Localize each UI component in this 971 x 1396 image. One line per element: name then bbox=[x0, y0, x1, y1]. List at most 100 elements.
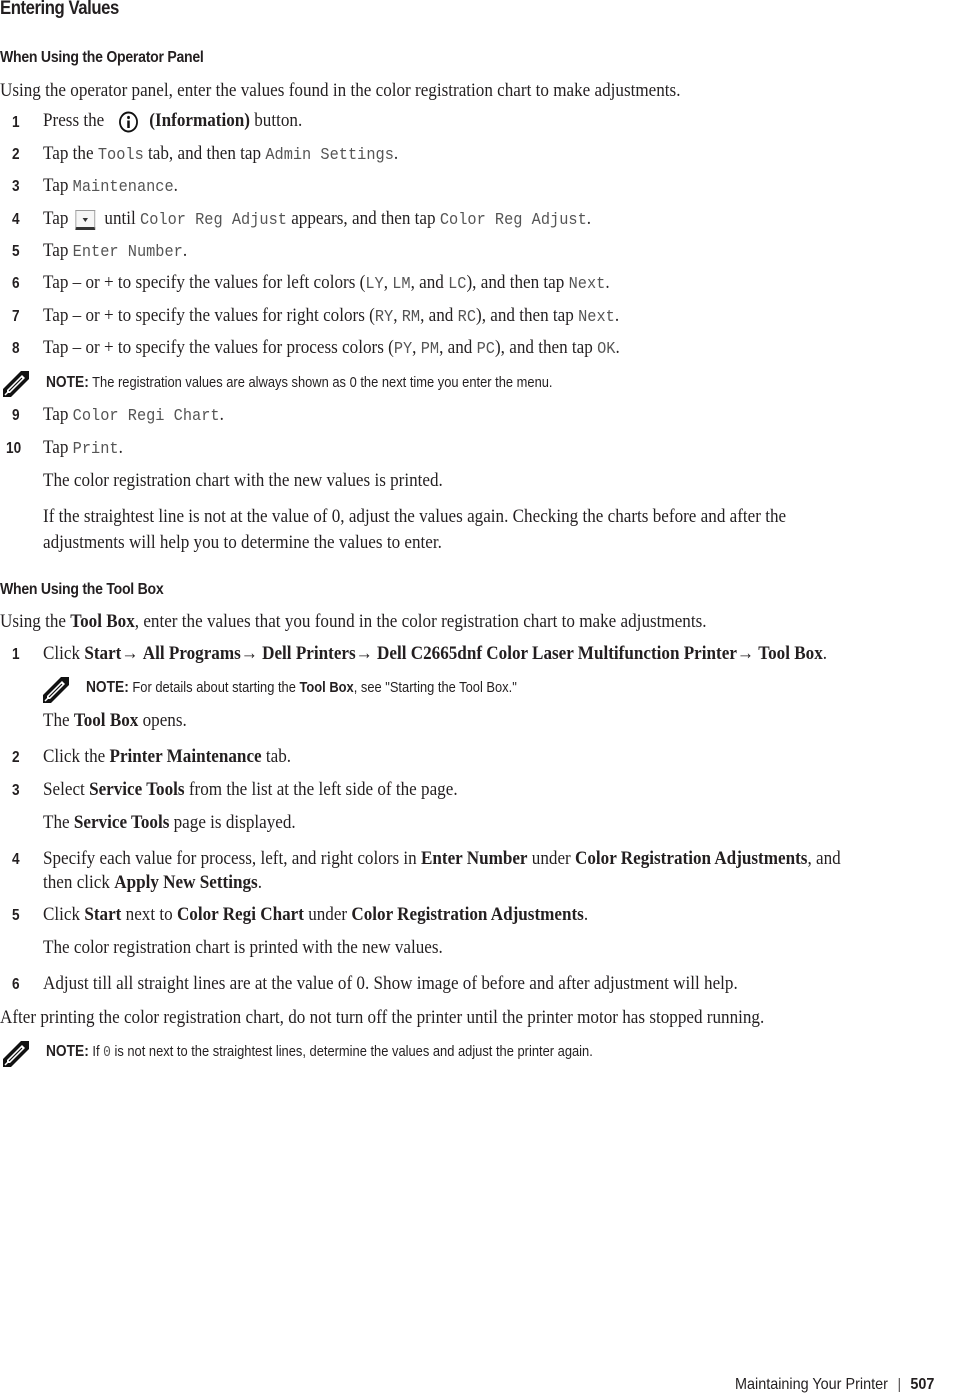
step-text-part: Press the bbox=[43, 110, 105, 131]
text-part: from the list at the left side of the pa… bbox=[184, 779, 458, 800]
information-button-label: (Information) bbox=[149, 110, 250, 131]
step-text-part: button. bbox=[249, 110, 303, 131]
text-part: page is displayed. bbox=[169, 812, 296, 833]
ui-term: LM bbox=[392, 275, 411, 294]
text-part: , see "Starting the Tool Box." bbox=[353, 679, 517, 696]
text-part: . bbox=[605, 272, 610, 293]
text-part: → bbox=[355, 643, 378, 664]
text-part: . bbox=[182, 240, 188, 261]
step-number: 1 bbox=[12, 114, 20, 131]
step-number: 3 bbox=[12, 178, 20, 195]
step-text: Tap – or + to specify the values for lef… bbox=[43, 272, 610, 294]
text-part: The bbox=[43, 710, 74, 731]
step-text: Tap Print. bbox=[43, 437, 123, 459]
text-part: . bbox=[615, 337, 620, 358]
text-part: For details about starting the bbox=[128, 679, 300, 696]
note: NOTE: The registration values are always… bbox=[46, 374, 553, 392]
page-number: 507 bbox=[910, 1376, 935, 1393]
menu-path-item: Tool Box bbox=[758, 643, 823, 664]
down-arrow-button-icon bbox=[75, 209, 96, 230]
ui-term: Maintenance bbox=[72, 178, 174, 197]
step-text: Tap the Tools tab, and then tap Admin Se… bbox=[43, 143, 398, 165]
step-text: Tap – or + to specify the values for pro… bbox=[43, 337, 620, 359]
step-number: 8 bbox=[12, 340, 20, 357]
emphasis-term: Tool Box bbox=[73, 710, 139, 731]
text-part: Tap bbox=[43, 437, 73, 458]
step-number: 5 bbox=[12, 907, 20, 924]
text-part: . bbox=[586, 208, 592, 229]
note-label: NOTE: bbox=[46, 374, 89, 391]
text-part: , and bbox=[420, 305, 458, 326]
text-part: Using the bbox=[0, 611, 71, 632]
result-text: The Tool Box opens. bbox=[43, 710, 187, 732]
ui-term: PC bbox=[476, 340, 495, 359]
section-intro: Using the operator panel, enter the valu… bbox=[0, 80, 681, 101]
note: NOTE: For details about starting the Too… bbox=[86, 679, 517, 697]
step-text: Tap Color Regi Chart. bbox=[43, 404, 224, 426]
text-part: . bbox=[257, 872, 262, 893]
text-part: . bbox=[173, 175, 178, 196]
text-part: Tap bbox=[43, 175, 73, 196]
text-part: opens. bbox=[138, 710, 187, 731]
section-heading-operator-panel: When Using the Operator Panel bbox=[0, 49, 204, 66]
text-part: next to bbox=[121, 904, 177, 925]
step-number: 1 bbox=[12, 646, 20, 663]
text-part: under bbox=[527, 848, 576, 869]
text-part: , bbox=[412, 337, 421, 358]
text-part: ), and then tap bbox=[475, 305, 579, 326]
text-part: , and bbox=[807, 848, 841, 869]
text-part: tab, and then tap bbox=[143, 143, 266, 164]
text-part: appears, and then tap bbox=[286, 208, 440, 229]
text-part: If bbox=[88, 1043, 104, 1060]
text-part: , bbox=[383, 272, 393, 293]
ui-term: RY bbox=[374, 308, 394, 327]
text-part: . bbox=[118, 437, 123, 458]
ui-term: LC bbox=[448, 275, 467, 294]
note-label: NOTE: bbox=[46, 1043, 89, 1060]
note-label: NOTE: bbox=[86, 679, 129, 696]
ui-term: Color Reg Adjust bbox=[439, 211, 587, 230]
text-part: Tap – or + to specify the values for rig… bbox=[43, 305, 375, 326]
text-part: Tap – or + to specify the values for pro… bbox=[43, 337, 394, 358]
text-part: Click bbox=[43, 904, 85, 925]
step-text: Select Service Tools from the list at th… bbox=[43, 779, 458, 801]
text-part: until bbox=[104, 208, 141, 229]
section-heading-tool-box: When Using the Tool Box bbox=[0, 581, 164, 598]
step-text: Press the (Information) button. bbox=[43, 110, 302, 133]
emphasis-term: Printer Maintenance bbox=[109, 746, 262, 767]
ui-term: RM bbox=[401, 308, 421, 327]
text-part: . bbox=[219, 404, 224, 425]
step-number: 3 bbox=[12, 782, 20, 799]
ui-term: OK bbox=[597, 340, 616, 359]
text-part: , enter the values that you found in the… bbox=[134, 611, 707, 632]
step-number: 4 bbox=[12, 211, 20, 228]
result-text: The color registration chart is printed … bbox=[43, 937, 443, 958]
step-text: Specify each value for process, left, an… bbox=[43, 848, 841, 870]
footer-section-title: Maintaining Your Printer bbox=[735, 1376, 888, 1393]
text-part: . bbox=[614, 305, 620, 326]
text-part: tab. bbox=[261, 746, 292, 767]
text-part: → bbox=[240, 643, 263, 664]
text-part: , and bbox=[410, 272, 449, 293]
step-number: 9 bbox=[12, 407, 20, 424]
emphasis-term: Enter Number bbox=[420, 848, 528, 869]
ui-term: Color Regi Chart bbox=[72, 407, 220, 426]
emphasis-term: Service Tools bbox=[89, 779, 185, 800]
step-text: Tap Enter Number. bbox=[43, 240, 187, 262]
text-part: Tap – or + to specify the values for lef… bbox=[43, 272, 366, 293]
menu-path-item: Dell C2665dnf Color Laser Multifunction … bbox=[377, 643, 737, 664]
emphasis-term: Apply New Settings bbox=[114, 872, 258, 893]
text-part: ), and then tap bbox=[494, 337, 598, 358]
text-part: , and bbox=[439, 337, 477, 358]
result-text: The Service Tools page is displayed. bbox=[43, 812, 296, 834]
result-text: If the straightest line is not at the va… bbox=[43, 506, 787, 527]
text-part: . bbox=[583, 904, 589, 925]
page-title: Entering Values bbox=[0, 0, 119, 19]
step-text: Tap Maintenance. bbox=[43, 175, 178, 197]
text-part: , bbox=[393, 305, 402, 326]
emphasis-term: Color Regi Chart bbox=[176, 904, 304, 925]
closing-text: After printing the color registration ch… bbox=[0, 1007, 765, 1028]
text-part: under bbox=[303, 904, 352, 925]
step-number: 6 bbox=[12, 976, 20, 993]
step-text: Adjust till all straight lines are at th… bbox=[43, 973, 738, 994]
